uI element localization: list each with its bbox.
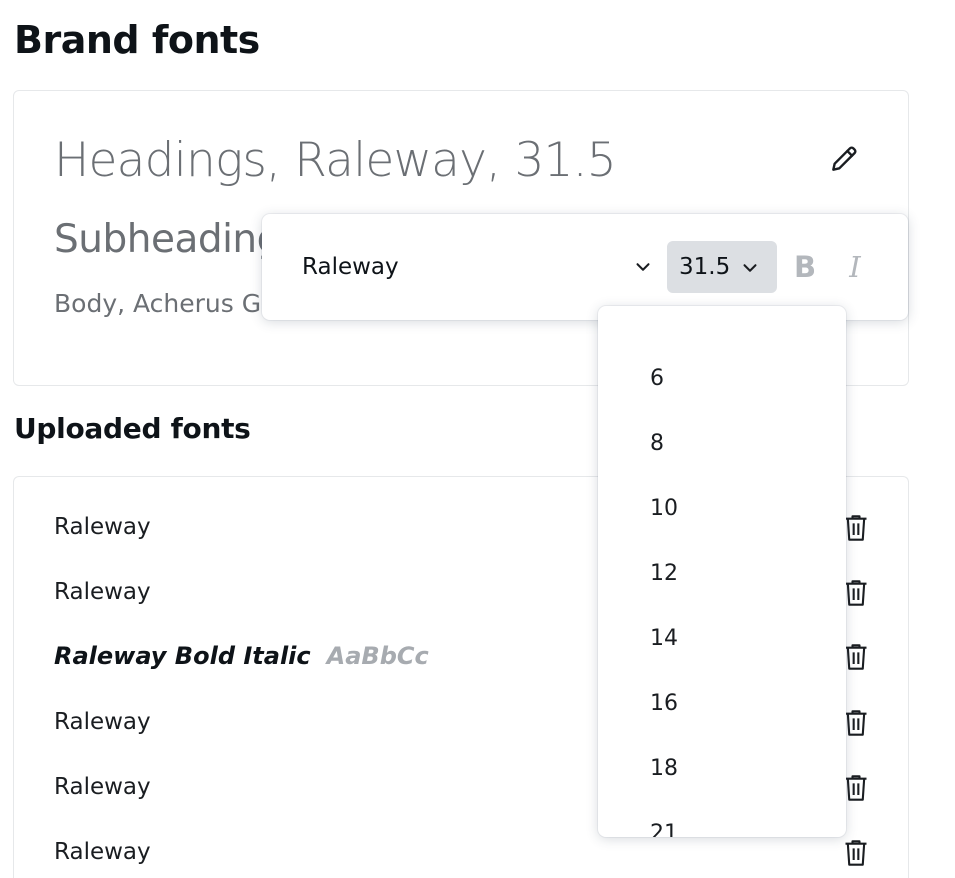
delete-font-button[interactable] (840, 836, 872, 870)
trash-icon (845, 644, 867, 670)
font-size-select[interactable]: 31.5 (667, 241, 777, 293)
bold-button[interactable]: B (790, 246, 820, 288)
font-name: Raleway (54, 514, 151, 540)
trash-icon (845, 515, 867, 541)
font-sample: AaBbCc (326, 642, 429, 670)
brand-fonts-title: Brand fonts (14, 18, 260, 62)
font-name: Raleway (54, 774, 151, 800)
size-option[interactable]: 14 (598, 610, 846, 666)
font-name: Raleway Bold Italic (54, 642, 311, 670)
trash-icon (845, 775, 867, 801)
heading-font-preview[interactable]: Headings, Raleway, 31.5 (54, 133, 617, 188)
uploaded-fonts-title: Uploaded fonts (14, 412, 251, 445)
font-size-dropdown[interactable]: 6 8 10 12 14 16 18 21 (598, 306, 846, 837)
font-name: Raleway (54, 579, 151, 605)
size-option[interactable]: 10 (598, 480, 846, 536)
font-name: Raleway (54, 839, 151, 865)
font-family-value: Raleway (302, 254, 399, 280)
chevron-down-icon (743, 264, 757, 272)
uploaded-font-row: Raleway (54, 832, 874, 872)
size-option[interactable]: 16 (598, 675, 846, 731)
chevron-down-icon (636, 263, 650, 271)
trash-icon (845, 710, 867, 736)
pencil-icon (832, 146, 857, 171)
font-size-value: 31.5 (679, 254, 731, 280)
size-option[interactable]: 8 (598, 415, 846, 471)
size-option[interactable]: 21 (598, 805, 846, 838)
font-toolbar: Raleway 31.5 B I (262, 214, 908, 320)
trash-icon (845, 840, 867, 866)
font-name: Raleway (54, 709, 151, 735)
trash-icon (845, 580, 867, 606)
body-font-preview[interactable]: Body, Acherus G (54, 289, 261, 318)
size-option[interactable]: 12 (598, 545, 846, 601)
edit-button[interactable] (826, 141, 862, 177)
italic-button[interactable]: I (840, 246, 870, 288)
size-option[interactable]: 6 (598, 350, 846, 406)
font-family-select[interactable]: Raleway (282, 240, 654, 294)
size-option[interactable]: 18 (598, 740, 846, 796)
